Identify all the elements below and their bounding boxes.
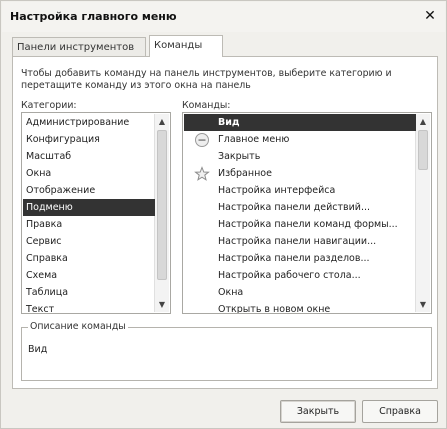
command-item[interactable]: Настройка интерфейса [184,182,416,199]
close-icon[interactable]: ✕ [421,7,439,25]
category-item[interactable]: Подменю [23,199,155,216]
command-item[interactable]: Настройка панели разделов... [184,250,416,267]
command-item[interactable]: Настройка панели действий... [184,199,416,216]
command-item[interactable]: Окна [184,284,416,301]
command-label: Настройка панели команд формы... [218,219,398,230]
category-item[interactable]: Сервис [23,233,155,250]
category-item[interactable]: Таблица [23,284,155,301]
command-item[interactable]: Избранное [184,165,416,182]
command-label: Открыть в новом окне [218,304,331,314]
help-button[interactable]: Справка [362,400,438,423]
tab-commands[interactable]: Команды [149,35,223,57]
scroll-thumb[interactable] [418,130,428,170]
category-item[interactable]: Правка [23,216,155,233]
scroll-down-icon[interactable]: ▼ [416,297,430,312]
command-item[interactable]: Настройка рабочего стола... [184,267,416,284]
commands-label: Команды: [182,100,231,111]
commands-scrollbar[interactable]: ▲ ▼ [415,114,430,312]
category-item[interactable]: Схема [23,267,155,284]
instruction-text: Чтобы добавить команду на панель инструм… [21,68,392,91]
command-label: Избранное [218,168,272,179]
scroll-up-icon[interactable]: ▲ [155,114,169,129]
category-item[interactable]: Администрирование [23,114,155,131]
scroll-thumb[interactable] [157,130,167,280]
category-item[interactable]: Масштаб [23,148,155,165]
categories-label: Категории: [21,100,77,111]
dialog-title: Настройка главного меню [10,10,177,23]
command-label: Настройка панели навигации... [218,236,377,247]
command-label: Главное меню [218,134,290,145]
settings-dialog: Настройка главного меню ✕ Панели инструм… [0,0,447,429]
category-item[interactable]: Окна [23,165,155,182]
category-item[interactable]: Отображение [23,182,155,199]
categories-list[interactable]: ▲ ▼ Администрирование Конфигурация Масштаб… [21,112,171,314]
command-item[interactable]: Открыть в новом окне [184,301,416,314]
categories-scrollbar[interactable]: ▲ ▼ [154,114,169,312]
command-item[interactable]: Главное меню [184,131,416,148]
command-description-group: Описание команды Вид [21,321,432,381]
commands-tab-panel: Чтобы добавить команду на панель инструм… [12,56,438,389]
description-title: Описание команды [28,321,128,332]
scroll-down-icon[interactable]: ▼ [155,297,169,312]
category-item[interactable]: Справка [23,250,155,267]
command-label: Закрыть [218,151,261,162]
favorites-star-icon [194,166,210,182]
close-button[interactable]: Закрыть [280,400,356,423]
command-item[interactable]: Настройка панели команд формы... [184,216,416,233]
command-item[interactable]: Настройка панели навигации... [184,233,416,250]
category-item[interactable]: Текст [23,301,155,313]
command-item[interactable]: Вид [184,114,416,131]
category-item[interactable]: Конфигурация [23,131,155,148]
command-label: Настройка панели разделов... [218,253,370,264]
commands-list[interactable]: ▲ ▼ Вид Главное меню Закрыть Избранное Настр… [182,112,432,314]
scroll-up-icon[interactable]: ▲ [416,114,430,129]
command-label: Настройка интерфейса [218,185,336,196]
description-text: Вид [28,344,48,355]
command-label: Вид [218,117,240,128]
command-label: Настройка рабочего стола... [218,270,361,281]
main-menu-circle-icon [194,132,210,148]
command-label: Настройка панели действий... [218,202,371,213]
command-label: Окна [218,287,244,298]
command-item[interactable]: Закрыть [184,148,416,165]
tab-toolbars[interactable]: Панели инструментов [12,37,146,57]
title-bar: Настройка главного меню ✕ [2,2,445,32]
